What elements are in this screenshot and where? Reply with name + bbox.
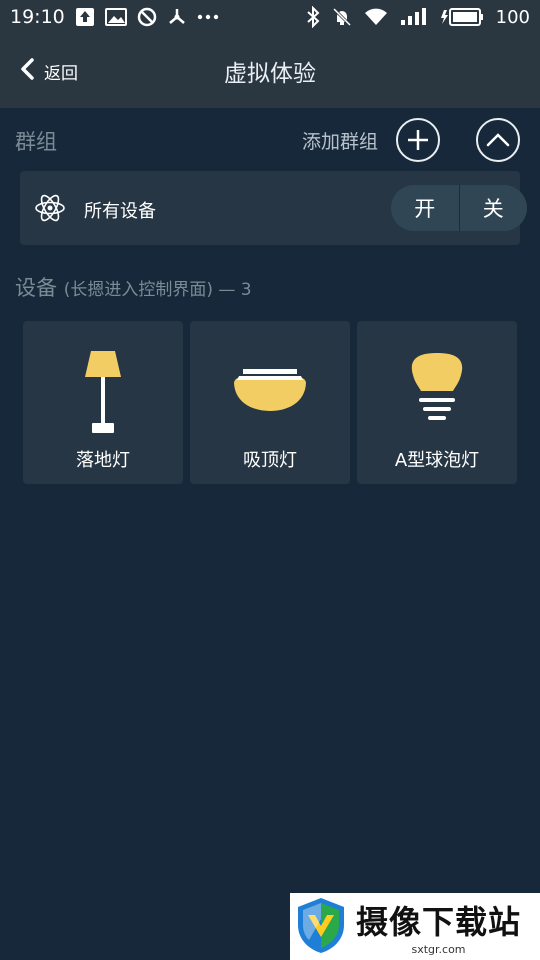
bluetooth-icon: [306, 6, 320, 28]
add-group-label[interactable]: 添加群组: [302, 127, 378, 154]
floor-lamp-icon: [23, 345, 183, 435]
group-off-button[interactable]: 关: [460, 185, 528, 231]
plus-icon: [408, 130, 428, 150]
device-label: 吸顶灯: [243, 450, 297, 471]
collapse-groups-button[interactable]: [476, 118, 520, 162]
battery-icon: [440, 6, 484, 28]
mute-icon: [332, 7, 352, 27]
groups-section-label: 群组: [15, 130, 57, 154]
watermark: 摄像下载站 sxtgr.com: [290, 893, 540, 960]
image-icon: [104, 7, 127, 27]
devices-section-header: 设备 (长摁进入控制界面) — 3: [15, 272, 252, 302]
device-card-bulb[interactable]: A型球泡灯: [357, 321, 517, 484]
watermark-text: 摄像下载站 sxtgr.com: [356, 897, 521, 956]
fan-icon: [167, 7, 187, 27]
upload-icon: [75, 7, 95, 27]
chevron-up-icon: [486, 133, 510, 147]
devices-hint: (长摁进入控制界面): [63, 280, 213, 300]
title-bar: 返回 虚拟体验: [0, 34, 540, 108]
device-label: A型球泡灯: [394, 450, 480, 471]
device-card-floor-lamp[interactable]: 落地灯: [23, 321, 183, 484]
device-card-ceiling-lamp[interactable]: 吸顶灯: [190, 321, 350, 484]
ceiling-lamp-icon: [190, 345, 350, 435]
add-group-button[interactable]: [396, 118, 440, 162]
status-right-icons: 100: [306, 0, 530, 34]
more-icon: [197, 7, 219, 27]
block-icon: [137, 7, 157, 27]
group-name: 所有设备: [84, 201, 156, 222]
signal-icon: [400, 7, 428, 27]
status-bar: 19:10 100: [0, 0, 540, 34]
wifi-icon: [364, 7, 388, 27]
bulb-icon: [357, 345, 517, 435]
devices-count: — 3: [212, 280, 252, 300]
devices-label: 设备: [15, 276, 57, 300]
watermark-title: 摄像下载站: [356, 903, 522, 941]
group-power-toggle: 开 关: [391, 185, 527, 231]
shield-logo-icon: [294, 895, 348, 959]
status-time: 19:10: [10, 6, 65, 28]
group-card-all-devices[interactable]: 所有设备 开 关: [20, 171, 527, 245]
group-on-button[interactable]: 开: [391, 185, 459, 231]
atom-icon: [34, 192, 66, 228]
watermark-subtitle: sxtgr.com: [411, 943, 466, 956]
device-grid: 落地灯 吸顶灯 A型球泡灯: [23, 321, 517, 484]
battery-level: 100: [495, 6, 530, 28]
status-left-icons: [75, 7, 219, 27]
device-label: 落地灯: [76, 450, 130, 471]
page-title: 虚拟体验: [224, 61, 316, 87]
